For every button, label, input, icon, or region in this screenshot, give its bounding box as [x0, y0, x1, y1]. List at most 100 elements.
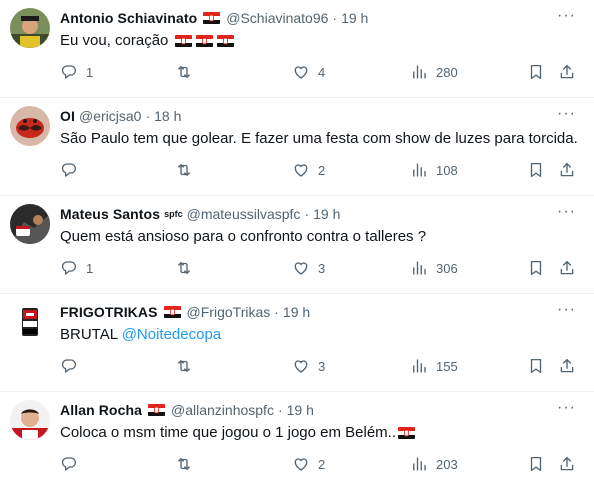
- author-name[interactable]: Allan Rocha: [60, 402, 142, 418]
- bookmark-button[interactable]: [527, 258, 545, 278]
- bookmark-button[interactable]: [527, 62, 545, 82]
- reply-icon: [61, 457, 77, 471]
- tweet-time[interactable]: 18 h: [154, 108, 181, 124]
- retweet-button[interactable]: [175, 356, 201, 376]
- reply-button[interactable]: 1: [60, 62, 93, 82]
- author-name[interactable]: FRIGOTRIKAS: [60, 304, 158, 320]
- bookmark-button[interactable]: [527, 454, 545, 474]
- spfc-flag-icon: [195, 35, 213, 48]
- like-count: 4: [318, 64, 326, 80]
- views-button[interactable]: 280: [410, 62, 458, 82]
- author-name[interactable]: Antonio Schiavinato: [60, 10, 197, 26]
- like-button[interactable]: 3: [292, 356, 325, 376]
- tweet[interactable]: OI @ericjsa0 · 18 h ··· São Paulo tem qu…: [0, 98, 594, 196]
- views-icon: [413, 457, 426, 471]
- like-count: 3: [318, 260, 326, 276]
- more-icon[interactable]: ···: [557, 204, 576, 220]
- share-button[interactable]: [558, 454, 576, 474]
- bookmark-icon: [530, 456, 542, 472]
- author-name[interactable]: Mateus Santos: [60, 206, 160, 222]
- author-handle[interactable]: @mateussilvaspfc: [187, 206, 301, 222]
- views-icon: [413, 359, 426, 373]
- retweet-button[interactable]: [175, 160, 201, 180]
- views-icon: [413, 65, 426, 79]
- reply-icon: [61, 163, 77, 177]
- author-name[interactable]: OI: [60, 108, 75, 124]
- like-button[interactable]: 2: [292, 160, 325, 180]
- spfc-flag-icon: [148, 404, 166, 416]
- retweet-button[interactable]: [175, 454, 201, 474]
- share-icon: [560, 260, 574, 275]
- avatar[interactable]: [10, 400, 50, 440]
- views-count: 108: [436, 162, 458, 178]
- bookmark-button[interactable]: [527, 160, 545, 180]
- share-button[interactable]: [558, 258, 576, 278]
- tweet-time[interactable]: 19 h: [341, 10, 368, 26]
- separator-dot: ·: [277, 402, 283, 418]
- share-icon: [560, 358, 574, 373]
- more-icon[interactable]: ···: [557, 8, 576, 24]
- avatar[interactable]: [10, 8, 50, 48]
- bookmark-button[interactable]: [527, 356, 545, 376]
- views-count: 306: [436, 260, 458, 276]
- like-button[interactable]: 2: [292, 454, 325, 474]
- mention-link[interactable]: @Noitedecopa: [122, 326, 221, 343]
- avatar[interactable]: [10, 302, 50, 342]
- spfc-flag-icon: [398, 427, 415, 440]
- author-handle[interactable]: @allanzinhospfc: [171, 402, 274, 418]
- separator-dot: ·: [332, 10, 338, 26]
- share-icon: [560, 162, 574, 177]
- views-button[interactable]: 306: [410, 258, 458, 278]
- retweet-icon: [178, 360, 190, 372]
- retweet-button[interactable]: [175, 62, 201, 82]
- author-handle[interactable]: @FrigoTrikas: [187, 304, 271, 320]
- separator-dot: ·: [274, 304, 279, 320]
- tweet-text: São Paulo tem que golear. E fazer uma fe…: [60, 130, 578, 147]
- share-button[interactable]: [558, 160, 576, 180]
- tweet[interactable]: FRIGOTRIKAS @FrigoTrikas · 19 h ··· BRUT…: [0, 294, 594, 392]
- tweet-feed: Antonio Schiavinato @Schiavinato96 · 19 …: [0, 0, 594, 489]
- author-handle[interactable]: @ericjsa0: [79, 108, 141, 124]
- like-button[interactable]: 4: [292, 62, 325, 82]
- like-icon: [294, 262, 308, 275]
- views-button[interactable]: 108: [410, 160, 458, 180]
- author-handle[interactable]: @Schiavinato96: [226, 10, 328, 26]
- views-button[interactable]: 155: [410, 356, 458, 376]
- like-button[interactable]: 3: [292, 258, 325, 278]
- tweet-time[interactable]: 19 h: [283, 304, 310, 320]
- views-icon: [413, 163, 426, 177]
- tweet[interactable]: Allan Rocha @allanzinhospfc · 19 h ··· C…: [0, 392, 594, 489]
- tweet-header: FRIGOTRIKAS @FrigoTrikas · 19 h: [60, 302, 554, 322]
- more-icon[interactable]: ···: [557, 302, 576, 318]
- tweet-time[interactable]: 19 h: [313, 206, 340, 222]
- like-count: 2: [318, 162, 326, 178]
- reply-icon: [61, 359, 77, 373]
- tweet-actions: 1 4 280: [60, 62, 580, 82]
- reply-button[interactable]: [60, 160, 86, 180]
- views-count: 155: [436, 358, 458, 374]
- reply-button[interactable]: [60, 454, 86, 474]
- tweet[interactable]: Antonio Schiavinato @Schiavinato96 · 19 …: [0, 0, 594, 98]
- share-button[interactable]: [558, 62, 576, 82]
- like-icon: [294, 458, 308, 471]
- more-icon[interactable]: ···: [557, 400, 576, 416]
- bookmark-icon: [530, 358, 542, 374]
- views-button[interactable]: 203: [410, 454, 458, 474]
- retweet-icon: [178, 458, 190, 470]
- avatar[interactable]: [10, 204, 50, 244]
- retweet-button[interactable]: [175, 258, 201, 278]
- more-icon[interactable]: ···: [557, 106, 576, 122]
- tweet-header: OI @ericjsa0 · 18 h: [60, 106, 554, 126]
- separator-dot: ·: [145, 108, 151, 124]
- reply-button[interactable]: 1: [60, 258, 93, 278]
- tweet-time[interactable]: 19 h: [287, 402, 314, 418]
- retweet-icon: [178, 262, 190, 274]
- tweet[interactable]: Mateus Santos spfc @mateussilvaspfc · 19…: [0, 196, 594, 294]
- avatar[interactable]: [10, 106, 50, 146]
- share-icon: [560, 64, 574, 79]
- spfc-flag-icon: [216, 35, 234, 48]
- spfc-flag-icon: [203, 12, 221, 24]
- share-button[interactable]: [558, 356, 576, 376]
- reply-button[interactable]: [60, 356, 86, 376]
- tweet-header: Antonio Schiavinato @Schiavinato96 · 19 …: [60, 8, 554, 28]
